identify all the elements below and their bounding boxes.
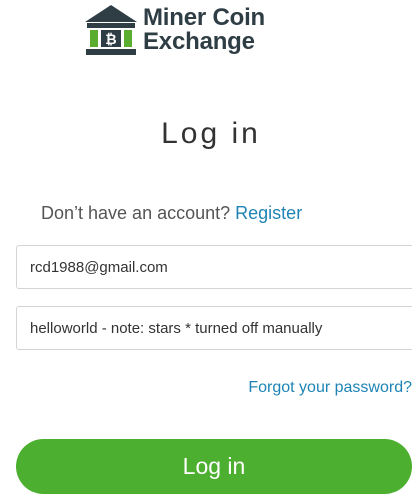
brand-name-line2: Exchange [143,28,255,55]
bank-bitcoin-icon: ₿ [85,5,137,55]
svg-text:₿: ₿ [105,32,116,48]
login-button[interactable]: Log in [16,439,412,494]
signup-prompt-text: Don’t have an account? [41,203,231,223]
register-link[interactable]: Register [235,203,302,223]
brand-name: Miner Coin Exchange [143,6,265,54]
brand-name-line1: Miner Coin [143,4,265,31]
signup-prompt: Don’t have an account? Register [41,203,302,224]
password-field[interactable] [16,306,412,350]
brand-logo[interactable]: ₿ Miner Coin Exchange [84,4,265,56]
page-title: Log in [161,117,261,150]
forgot-password-link[interactable]: Forgot your password? [248,379,412,397]
email-field[interactable] [16,245,412,289]
login-page: ₿ Miner Coin Exchange Log in Don’t have … [0,0,412,500]
